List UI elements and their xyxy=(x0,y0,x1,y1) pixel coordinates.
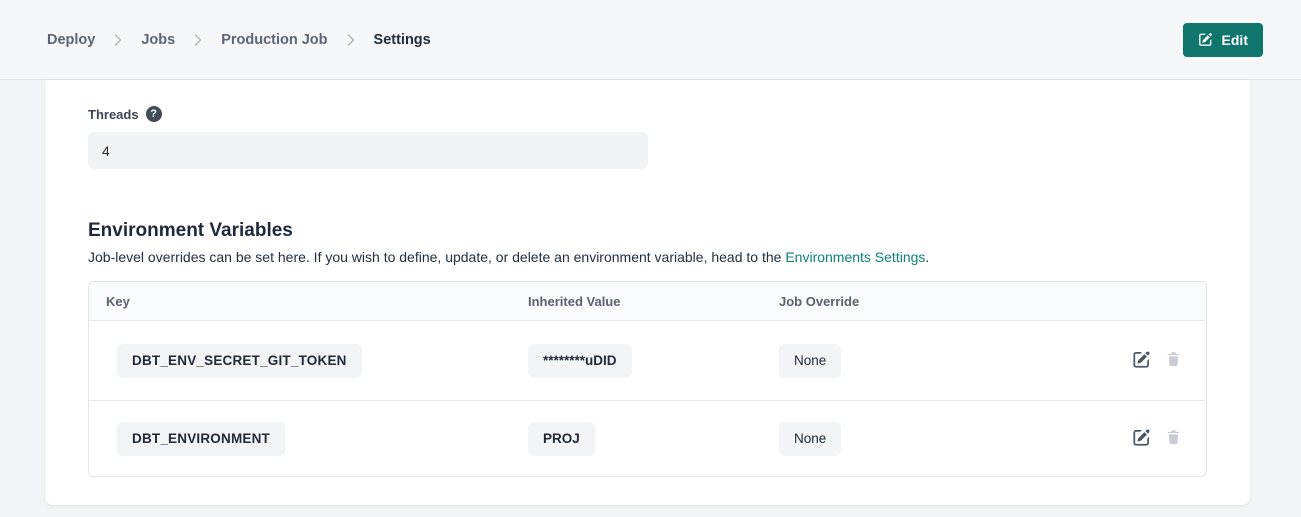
pen-square-icon xyxy=(1132,428,1151,450)
edit-env-var-button[interactable] xyxy=(1132,350,1151,372)
env-var-inherited-value: PROJ xyxy=(528,422,595,456)
breadcrumb-settings: Settings xyxy=(374,32,431,48)
trash-icon xyxy=(1165,428,1182,449)
table-row: DBT_ENVIRONMENT PROJ None xyxy=(89,400,1206,476)
top-bar: Deploy Jobs Production Job Settings Edit xyxy=(0,0,1301,80)
env-var-key: DBT_ENV_SECRET_GIT_TOKEN xyxy=(117,344,362,378)
delete-env-var-button[interactable] xyxy=(1165,428,1182,449)
env-var-job-override: None xyxy=(779,422,841,456)
column-header-job-override: Job Override xyxy=(779,294,1116,309)
table-row: DBT_ENV_SECRET_GIT_TOKEN ********uDID No… xyxy=(89,321,1206,400)
chevron-right-icon xyxy=(114,34,122,46)
breadcrumb-deploy[interactable]: Deploy xyxy=(47,32,95,48)
chevron-right-icon xyxy=(194,34,202,46)
edit-env-var-button[interactable] xyxy=(1132,428,1151,450)
breadcrumb-jobs[interactable]: Jobs xyxy=(141,32,175,48)
settings-card: Threads ? 4 Environment Variables Job-le… xyxy=(45,80,1250,505)
column-header-key: Key xyxy=(89,294,528,309)
chevron-right-icon xyxy=(347,34,355,46)
threads-value: 4 xyxy=(102,143,110,159)
env-vars-description-period: . xyxy=(925,249,929,265)
table-header: Key Inherited Value Job Override xyxy=(89,282,1206,321)
pen-square-icon xyxy=(1132,350,1151,372)
breadcrumb-production-job[interactable]: Production Job xyxy=(221,32,327,48)
threads-field-label-row: Threads ? xyxy=(88,106,1207,122)
env-var-key: DBT_ENVIRONMENT xyxy=(117,422,285,456)
env-vars-description: Job-level overrides can be set here. If … xyxy=(88,249,1207,265)
env-vars-table: Key Inherited Value Job Override DBT_ENV… xyxy=(88,281,1207,477)
env-vars-title: Environment Variables xyxy=(88,220,1207,242)
pen-square-icon xyxy=(1198,32,1213,47)
breadcrumb: Deploy Jobs Production Job Settings xyxy=(47,32,431,48)
env-var-job-override: None xyxy=(779,344,841,378)
threads-input: 4 xyxy=(88,132,648,169)
edit-button[interactable]: Edit xyxy=(1183,23,1263,57)
column-header-inherited-value: Inherited Value xyxy=(528,294,779,309)
threads-label: Threads xyxy=(88,107,139,122)
trash-icon xyxy=(1165,350,1182,371)
environments-settings-link[interactable]: Environments Settings xyxy=(785,249,925,265)
env-var-inherited-value: ********uDID xyxy=(528,344,632,378)
edit-button-label: Edit xyxy=(1222,32,1248,48)
help-icon[interactable]: ? xyxy=(146,106,162,122)
env-vars-description-text: Job-level overrides can be set here. If … xyxy=(88,249,785,265)
delete-env-var-button[interactable] xyxy=(1165,350,1182,371)
